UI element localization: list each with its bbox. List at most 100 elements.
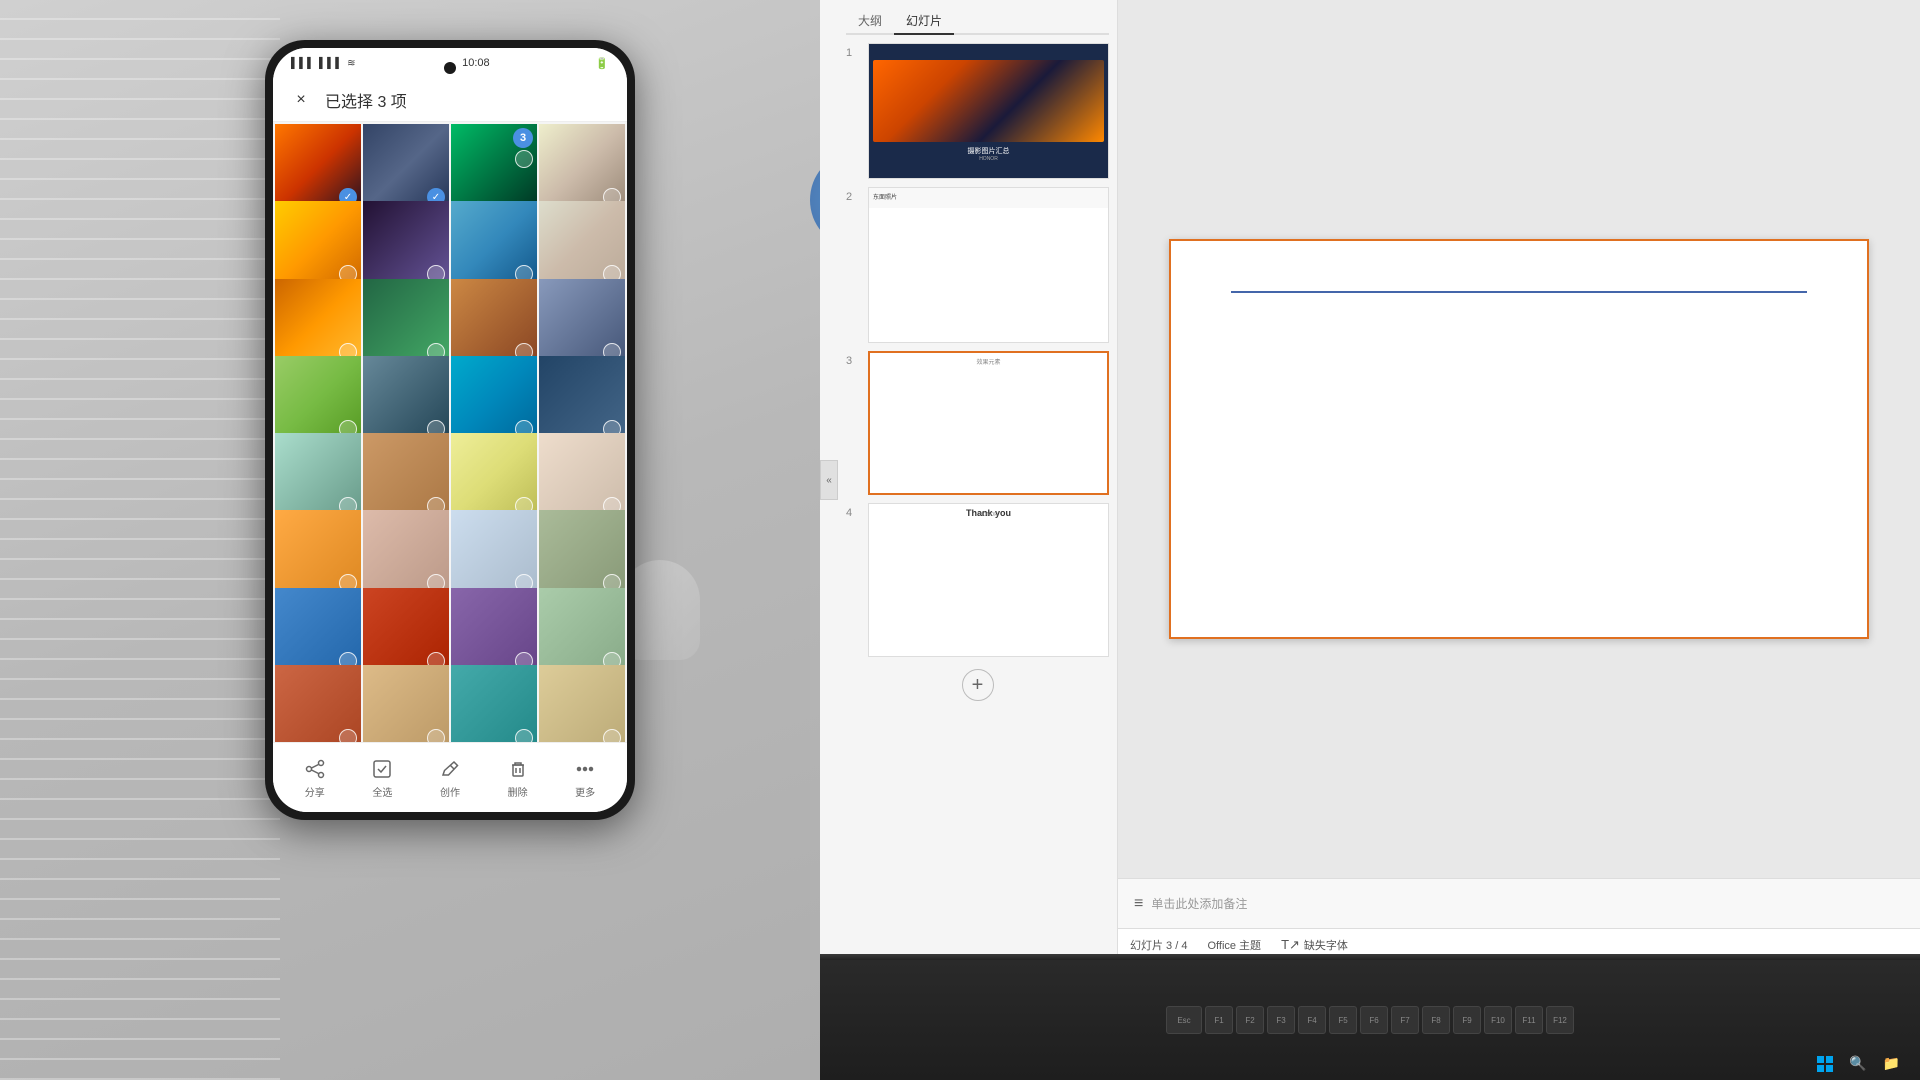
laptop-device: « 大纲 幻灯片 1 摄影图片汇总 (820, 0, 1920, 1080)
phone-device: ▌▌▌ ▌▌▌ ≋ 10:08 🔋 × 已选择 3 项 ✓ ✓ 3 (265, 40, 635, 820)
more-icon (572, 756, 598, 782)
photo-cell-23[interactable] (451, 510, 537, 596)
slide-inner (1171, 241, 1867, 637)
panel-tabs: 大纲 幻灯片 (846, 8, 1109, 35)
slide1-image (873, 60, 1104, 142)
photo-cell-14[interactable] (363, 356, 449, 442)
photo-cell-26[interactable] (363, 588, 449, 674)
nav-share-button[interactable]: 分享 (302, 756, 328, 799)
photo-grid: ✓ ✓ 3 (273, 122, 627, 742)
key-f4[interactable]: F4 (1298, 1006, 1326, 1034)
add-slide-area: + (846, 669, 1109, 701)
tab-slides[interactable]: 幻灯片 (894, 8, 954, 35)
create-label: 创作 (440, 784, 460, 799)
phone-signal: ▌▌▌ ▌▌▌ ≋ (291, 58, 356, 69)
photo-cell-6[interactable] (363, 201, 449, 287)
photo-select-31 (515, 729, 533, 742)
photo-cell-27[interactable] (451, 588, 537, 674)
more-label: 更多 (575, 784, 595, 799)
photo-cell-29[interactable] (275, 665, 361, 742)
current-slide-editor (1169, 239, 1869, 639)
photo-cell-20[interactable] (539, 433, 625, 519)
key-f8[interactable]: F8 (1422, 1006, 1450, 1034)
add-slide-button[interactable]: + (962, 669, 994, 701)
collapse-panel-button[interactable]: « (820, 460, 838, 500)
slide1-title: 摄影图片汇总 (968, 146, 1010, 156)
slide1-brand: HONOR (979, 156, 998, 162)
photo-cell-5[interactable] (275, 201, 361, 287)
photo-cell-8[interactable] (539, 201, 625, 287)
slide-thumb-3[interactable]: 效果元素 (868, 351, 1109, 496)
photo-cell-24[interactable] (539, 510, 625, 596)
slide-line-decoration (1231, 291, 1807, 293)
photo-cell-4[interactable] (539, 124, 625, 210)
nav-delete-button[interactable]: 删除 (505, 756, 531, 799)
slide2-title: 东面照片 (873, 192, 897, 201)
slide-thumb-2[interactable]: 东面照片 (868, 187, 1109, 343)
photo-cell-2[interactable]: ✓ (363, 124, 449, 210)
nav-selectall-button[interactable]: 全选 (369, 756, 395, 799)
windows-logo[interactable] (1817, 1056, 1833, 1072)
photo-cell-19[interactable] (451, 433, 537, 519)
photo-cell-22[interactable] (363, 510, 449, 596)
file-taskbar-button[interactable]: 📁 (1883, 1055, 1900, 1072)
selectall-label: 全选 (372, 784, 392, 799)
key-f2[interactable]: F2 (1236, 1006, 1264, 1034)
photo-cell-28[interactable] (539, 588, 625, 674)
slide-thumb-4[interactable]: Thank you HONOR (868, 503, 1109, 657)
slide-info: 幻灯片 3 / 4 (1130, 937, 1187, 953)
keyboard-row-fn: Esc F1 F2 F3 F4 F5 F6 F7 F8 F9 F10 F11 F… (1166, 1006, 1574, 1034)
key-f9[interactable]: F9 (1453, 1006, 1481, 1034)
selectall-icon (369, 756, 395, 782)
key-f5[interactable]: F5 (1329, 1006, 1357, 1034)
photo-cell-11[interactable] (451, 279, 537, 365)
photo-cell-10[interactable] (363, 279, 449, 365)
photo-select-29 (339, 729, 357, 742)
photo-cell-30[interactable] (363, 665, 449, 742)
win-q1 (1817, 1056, 1824, 1063)
key-f1[interactable]: F1 (1205, 1006, 1233, 1034)
photo-cell-32[interactable] (539, 665, 625, 742)
photo-cell-31[interactable] (451, 665, 537, 742)
nav-more-button[interactable]: 更多 (572, 756, 598, 799)
photo-cell-18[interactable] (363, 433, 449, 519)
notes-icon: ≡ (1134, 895, 1143, 913)
photo-cell-25[interactable] (275, 588, 361, 674)
keyboard-keys: Esc F1 F2 F3 F4 F5 F6 F7 F8 F9 F10 F11 F… (1166, 1006, 1574, 1034)
key-f6[interactable]: F6 (1360, 1006, 1388, 1034)
photo-cell-1[interactable]: ✓ (275, 124, 361, 210)
delete-icon (505, 756, 531, 782)
slide4-content: Thank you HONOR (869, 504, 1108, 522)
slide3-content: 效果元素 (870, 353, 1107, 361)
key-f11[interactable]: F11 (1515, 1006, 1543, 1034)
photo-cell-16[interactable] (539, 356, 625, 442)
key-esc[interactable]: Esc (1166, 1006, 1202, 1034)
key-f10[interactable]: F10 (1484, 1006, 1512, 1034)
photo-badge-3: 3 (513, 128, 533, 148)
phone-close-button[interactable]: × (289, 88, 313, 112)
slide-item-2: 2 东面照片 (846, 187, 1109, 343)
photo-cell-7[interactable] (451, 201, 537, 287)
create-icon (437, 756, 463, 782)
key-f12[interactable]: F12 (1546, 1006, 1574, 1034)
photo-cell-3[interactable]: 3 (451, 124, 537, 210)
photo-cell-17[interactable] (275, 433, 361, 519)
tab-outline[interactable]: 大纲 (846, 8, 894, 35)
slide-thumb-1[interactable]: 摄影图片汇总 HONOR (868, 43, 1109, 179)
photo-cell-13[interactable] (275, 356, 361, 442)
nav-create-button[interactable]: 创作 (437, 756, 463, 799)
win-q3 (1817, 1065, 1824, 1072)
laptop-keyboard: Esc F1 F2 F3 F4 F5 F6 F7 F8 F9 F10 F11 F… (820, 960, 1920, 1080)
theme-info: Office 主题 (1207, 937, 1261, 953)
photo-cell-15[interactable] (451, 356, 537, 442)
win-q4 (1826, 1065, 1833, 1072)
font-warning: T↗ 缺失字体 (1281, 937, 1348, 953)
photo-cell-12[interactable] (539, 279, 625, 365)
key-f7[interactable]: F7 (1391, 1006, 1419, 1034)
key-f3[interactable]: F3 (1267, 1006, 1295, 1034)
photo-cell-21[interactable] (275, 510, 361, 596)
photo-cell-9[interactable] (275, 279, 361, 365)
search-taskbar-button[interactable]: 🔍 (1849, 1055, 1866, 1072)
phone-selection-title: 已选择 3 项 (325, 88, 407, 112)
notes-label[interactable]: 单击此处添加备注 (1151, 895, 1247, 912)
